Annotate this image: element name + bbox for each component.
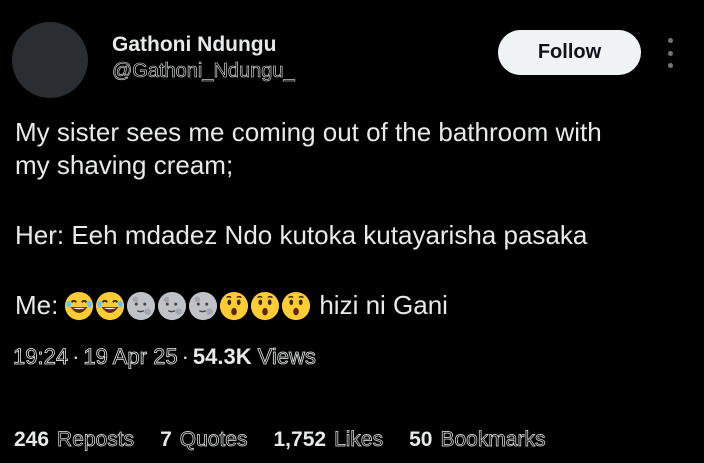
author-handle[interactable]: @Gathoni_Ndungu_ (112, 60, 295, 83)
emoji-row (64, 291, 311, 321)
views-label: Views (257, 344, 316, 370)
hushed-face-icon (220, 291, 249, 320)
reposts-stat[interactable]: 246 Reposts (14, 428, 134, 452)
quotes-label: Quotes (179, 428, 248, 452)
views-count: 54.3K (192, 344, 252, 369)
laughing-face-icon (96, 291, 125, 320)
reposts-label: Reposts (57, 428, 135, 452)
moon-face-icon (189, 291, 218, 320)
bookmarks-count: 50 (409, 428, 433, 451)
tweet-line: Me: hizi ni Gani (15, 289, 695, 322)
more-dot (667, 50, 673, 56)
hushed-face-icon (282, 291, 311, 320)
me-prefix: Me: (15, 290, 59, 320)
quotes-count: 7 (160, 428, 172, 451)
reposts-count: 246 (14, 428, 50, 451)
more-vertical-icon[interactable] (660, 38, 680, 68)
author-display-name[interactable]: Gathoni Ndungu (112, 33, 276, 57)
avatar[interactable] (12, 22, 88, 98)
tweet-meta: 19:24 · 19 Apr 25 · 54.3K Views (13, 344, 317, 370)
bookmarks-stat[interactable]: 50 Bookmarks (409, 428, 546, 452)
tweet-time[interactable]: 19:24 (13, 344, 69, 370)
likes-label: Likes (334, 428, 384, 452)
more-dot (667, 38, 673, 43)
bookmarks-label: Bookmarks (440, 428, 546, 452)
laughing-face-icon (65, 291, 94, 320)
likes-stat[interactable]: 1,752 Likes (274, 428, 384, 452)
moon-face-icon (158, 291, 187, 320)
tweet-line: My sister sees me coming out of the bath… (15, 117, 602, 147)
quotes-stat[interactable]: 7 Quotes (160, 428, 248, 452)
engagement-stats: 246 Reposts 7 Quotes 1,752 Likes 50 Book… (14, 428, 571, 452)
tweet-line: my shaving cream; (15, 150, 234, 180)
me-suffix: hizi ni Gani (319, 290, 448, 320)
tweet-line: Her: Eeh mdadez Ndo kutoka kutayarisha p… (15, 220, 588, 250)
separator-dot: · (72, 344, 80, 369)
separator-dot: · (181, 344, 189, 369)
follow-button[interactable]: Follow (498, 30, 641, 75)
more-dot (667, 63, 673, 68)
hushed-face-icon (251, 291, 280, 320)
tweet-date[interactable]: 19 Apr 25 (83, 344, 178, 370)
tweet-text: My sister sees me coming out of the bath… (15, 116, 695, 322)
likes-count: 1,752 (273, 428, 327, 451)
moon-face-icon (127, 291, 156, 320)
